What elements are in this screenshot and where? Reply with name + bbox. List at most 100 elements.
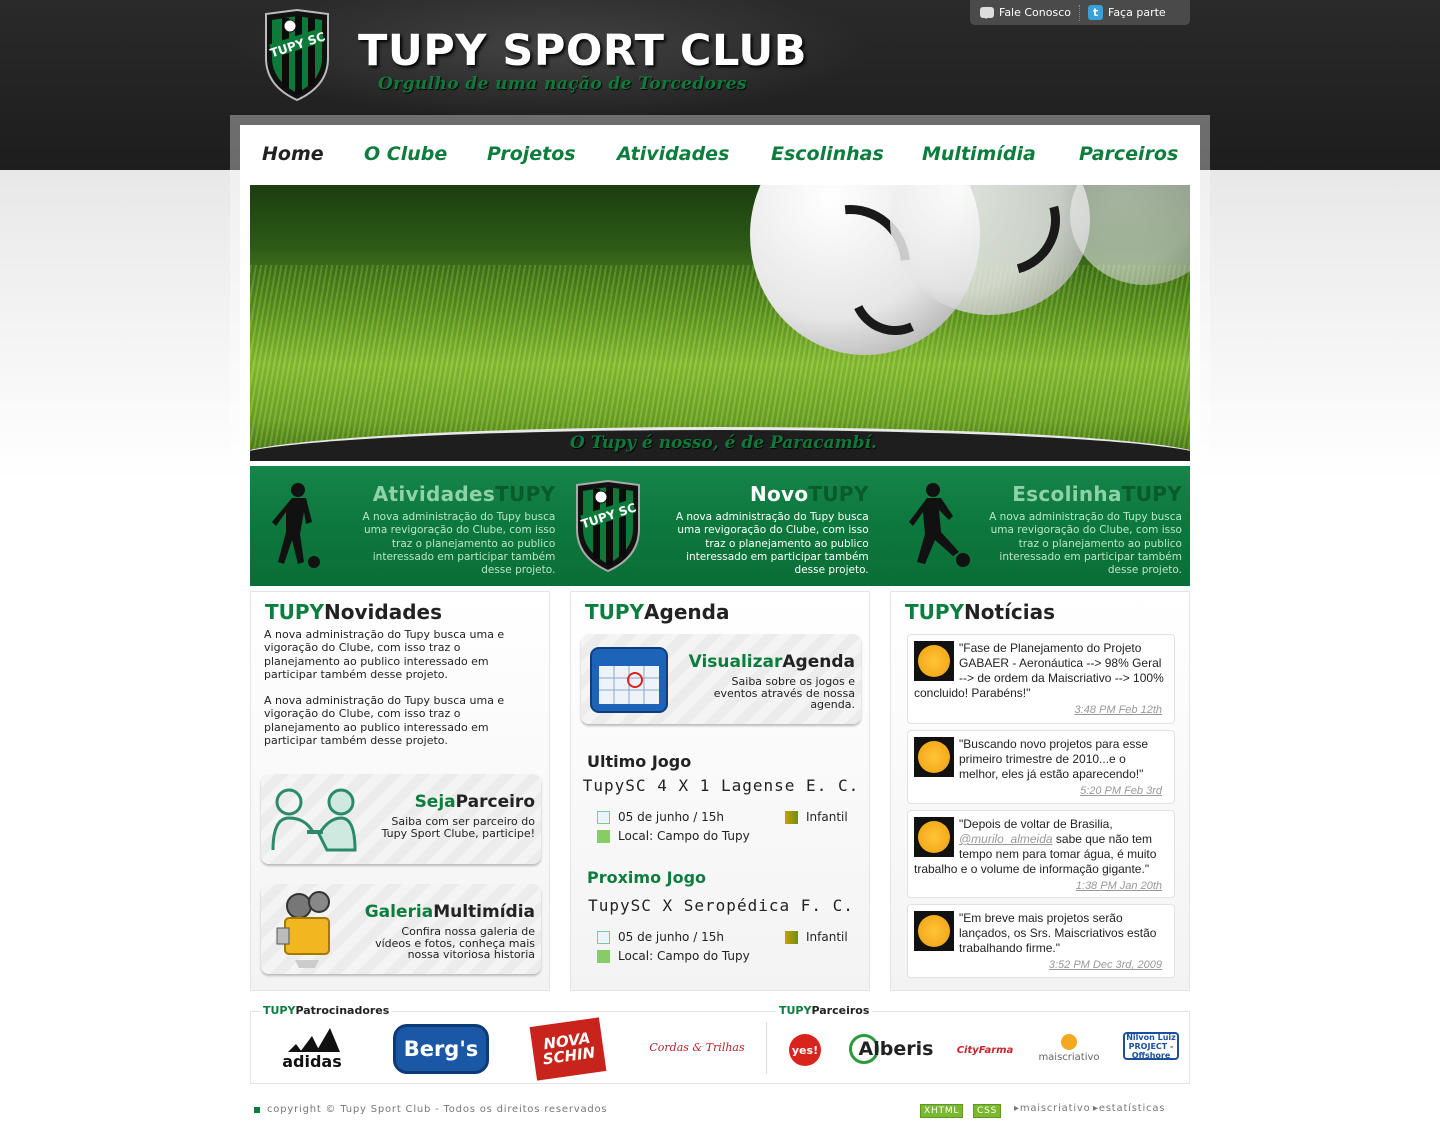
club-crest-logo[interactable]: TUPY SC [262, 8, 332, 102]
card-title: GaleriaMultimídia [364, 902, 535, 922]
bullet-icon [254, 1107, 260, 1113]
feature-text: A nova administração do Tupy busca uma r… [989, 511, 1182, 577]
player-silhouette-icon [272, 483, 320, 568]
feature-novo[interactable]: TUPY SC NovoTUPY A nova administração do… [563, 466, 876, 586]
contact-link-label: Fale Conosco [999, 6, 1071, 19]
tweet-item: "Fase de Planejamento do Projeto GABAER … [907, 634, 1175, 724]
club-crest-icon: TUPY SC [576, 479, 641, 573]
feature-title: NovoTUPY [749, 482, 869, 506]
tweet-time-link[interactable]: 1:38 PM Jan 20th [914, 879, 1168, 894]
film-camera-icon [276, 891, 330, 968]
agenda-title: TUPYAgenda [585, 600, 730, 624]
field-icon [597, 829, 610, 843]
match-date: 05 de junho / 15h [597, 810, 724, 824]
nav-multimidia[interactable]: Multimídia [922, 143, 1036, 165]
partner-logo-yes[interactable]: yes! [789, 1034, 821, 1066]
card-title: VisualizarAgenda [688, 652, 855, 672]
match-place: Local: Campo do Tupy [597, 949, 750, 963]
hero-banner: O Tupy é nosso, é de Paracambí. [250, 185, 1190, 461]
feature-text: A nova administração do Tupy busca uma r… [675, 511, 869, 577]
tweet-time-link[interactable]: 5:20 PM Feb 3rd [914, 784, 1168, 799]
sponsor-logo-adidas[interactable]: adidas [275, 1022, 349, 1074]
features-strip: AtividadesTUPY A nova administração do T… [250, 466, 1190, 586]
match-date: 05 de junho / 15h [597, 930, 724, 944]
sponsor-logo-nova-schin[interactable]: NOVA SCHIN [529, 1017, 607, 1081]
players-icon [785, 810, 798, 824]
nav-parceiros[interactable]: Parceiros [1079, 143, 1178, 165]
adidas-stripes-icon [288, 1027, 340, 1052]
divider [1079, 4, 1080, 21]
nav-atividades[interactable]: Atividades [617, 143, 729, 165]
partner-logo-maiscriativo[interactable]: maiscriativo [1037, 1028, 1101, 1068]
card-title: SejaParceiro [414, 792, 535, 812]
calendar-small-icon [597, 930, 610, 944]
match-place: Local: Campo do Tupy [597, 829, 750, 843]
ultimo-jogo-heading: Ultimo Jogo [587, 752, 692, 771]
contact-link[interactable]: Fale Conosco [980, 6, 1071, 19]
feature-atividades[interactable]: AtividadesTUPY A nova administração do T… [250, 466, 563, 586]
nav-escolinhas[interactable]: Escolinhas [771, 143, 884, 165]
twitter-icon: t [1088, 5, 1103, 20]
site-title: TUPY SPORT CLUB [358, 26, 808, 76]
handshake-icon [271, 788, 357, 852]
galeria-multimidia-card[interactable]: GaleriaMultimídia Confira nossa galeria … [261, 884, 541, 974]
noticias-title: TUPYNotícias [905, 600, 1056, 624]
feature-escolinha[interactable]: EscolinhaTUPY A nova administração do Tu… [877, 466, 1190, 586]
players-icon [785, 930, 798, 944]
avatar [914, 737, 954, 777]
partners-label: TUPYParceiros [776, 1004, 873, 1017]
nav-projetos[interactable]: Projetos [487, 143, 576, 165]
partner-logo-cityfarma[interactable]: CityFarma [957, 1036, 1014, 1064]
divider [766, 1022, 767, 1074]
sponsors-bar: adidas Berg's NOVA SCHIN Cordas & Trilha… [250, 1011, 1190, 1084]
site-subtitle: Orgulho de uma nação de Torcedores [378, 74, 747, 94]
visualizar-agenda-card[interactable]: VisualizarAgenda Saiba sobre os jogos e … [581, 634, 861, 724]
card-description: Saiba com ser parceiro do Tupy Sport Clu… [381, 815, 535, 840]
join-link-label: Faça parte [1108, 6, 1166, 19]
ultimo-jogo-match: TupySC 4 X 1 Lagense E. C. [582, 776, 860, 795]
tweet-time-link[interactable]: 3:52 PM Dec 3rd, 2009 [914, 958, 1168, 973]
card-description: Saiba sobre os jogos e eventos através d… [713, 675, 855, 711]
tweet-item: "Buscando novo projetos para esse primei… [907, 730, 1175, 804]
match-category: Infantil [785, 810, 848, 824]
proximo-jogo-heading: Proximo Jogo [587, 868, 707, 887]
xhtml-badge[interactable]: XHTML [920, 1104, 964, 1118]
player-kicking-icon [908, 483, 970, 567]
agenda-panel: TUPYAgenda VisualizarAgenda Saiba sobre … [570, 591, 870, 991]
calendar-small-icon [597, 810, 610, 824]
novidades-title: TUPYNovidades [265, 600, 442, 624]
nav-home[interactable]: Home [262, 143, 324, 165]
footer-link-maiscriativo[interactable]: ▸maiscriativo [1014, 1103, 1091, 1114]
calendar-icon [590, 647, 668, 713]
feature-title: EscolinhaTUPY [1012, 482, 1182, 506]
footer-link-estatisticas[interactable]: ▸estatísticas [1093, 1103, 1165, 1114]
main-container: Home O Clube Projetos Atividades Escolin… [240, 125, 1200, 1125]
css-badge[interactable]: CSS [973, 1104, 1002, 1118]
feature-title: AtividadesTUPY [372, 482, 556, 506]
banner-tagline: O Tupy é nosso, é de Paracambí. [570, 433, 877, 453]
nav-o-clube[interactable]: O Clube [364, 143, 447, 165]
sponsor-logo-bergs[interactable]: Berg's [393, 1024, 489, 1074]
noticias-panel: TUPYNotícias "Fase de Planejamento do Pr… [890, 591, 1190, 991]
partner-logo-alberis[interactable]: Alberis [847, 1032, 935, 1066]
avatar [914, 817, 954, 857]
top-links: Fale Conosco t Faça parte [970, 0, 1190, 25]
copyright-text: copyright © Tupy Sport Club - Todos os d… [267, 1104, 608, 1115]
sponsors-label: TUPYPatrocinadores [260, 1004, 393, 1017]
card-description: Confira nossa galeria de vídeos e fotos,… [375, 925, 535, 961]
tweet-time-link[interactable]: 3:48 PM Feb 12th [914, 703, 1168, 718]
footer: copyright © Tupy Sport Club - Todos os d… [250, 1100, 1190, 1125]
speech-bubble-icon [980, 7, 994, 19]
avatar [914, 641, 954, 681]
sponsor-logo-cordas-trilhas[interactable]: Cordas & Trilhas [649, 1026, 745, 1068]
partner-logo-nilvon-luiz[interactable]: Nilvon Luiz PROJECT - Offshore [1123, 1032, 1179, 1060]
novidades-panel: TUPYNovidades A nova administração do Tu… [250, 591, 550, 991]
seja-parceiro-card[interactable]: SejaParceiro Saiba com ser parceiro do T… [261, 774, 541, 864]
feature-text: A nova administração do Tupy busca uma r… [362, 511, 556, 577]
main-nav: Home O Clube Projetos Atividades Escolin… [240, 125, 1200, 185]
avatar [914, 911, 954, 951]
user-mention-link[interactable]: @murilo_almeida [959, 832, 1053, 846]
match-category: Infantil [785, 930, 848, 944]
join-link[interactable]: t Faça parte [1088, 5, 1166, 20]
novidades-paragraph: A nova administração do Tupy busca uma e… [264, 628, 505, 681]
